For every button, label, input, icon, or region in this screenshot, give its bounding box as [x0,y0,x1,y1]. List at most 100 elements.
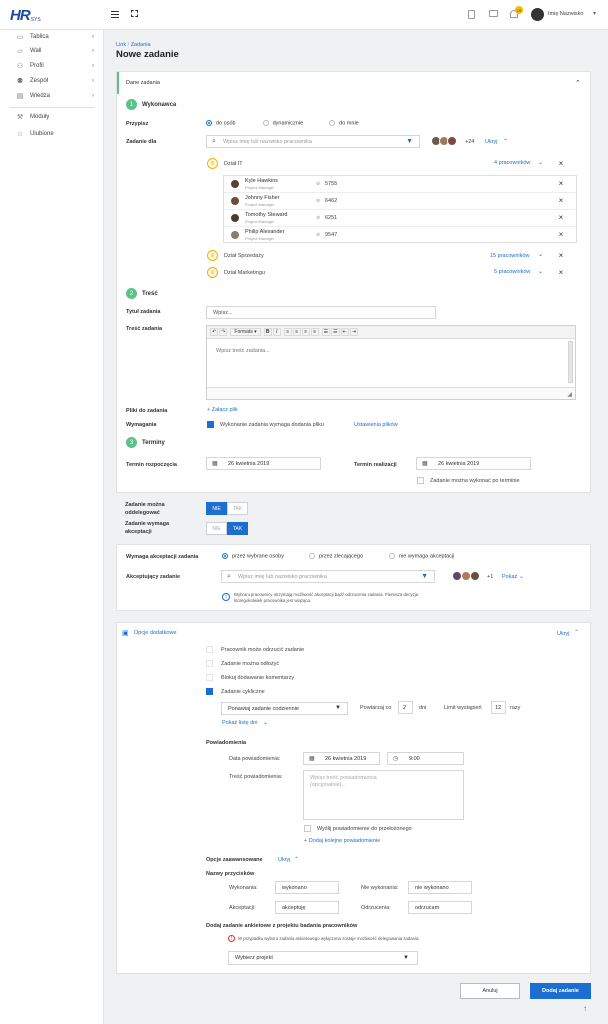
user-name[interactable]: Imię Nazwisko [548,11,583,17]
repeat-select[interactable]: Ponawiaj zadanie codziennie ▼ [221,702,348,715]
toggle-yes[interactable]: TAK [227,502,248,515]
can-reject-checkbox[interactable] [206,646,213,653]
reject-name-input[interactable]: odrzucam [408,901,472,914]
toggle-no[interactable]: NIE [206,502,227,515]
outdent-icon[interactable]: ⇤ [340,328,349,336]
fullscreen-icon[interactable] [131,10,138,17]
due-date-input[interactable]: ▦ 26 kwietnia 2019 [416,457,531,470]
chevron-down-icon[interactable]: ⌄ [538,159,543,166]
sidebar-item-profil[interactable]: ⚇ Profil › [0,59,104,73]
chevron-down-icon[interactable]: ▾ [593,10,596,17]
department-count-link[interactable]: 4 pracowników [494,160,530,166]
accept-required-toggle[interactable]: NIE TAK [206,522,248,535]
align-center-icon[interactable]: ≡ [292,328,301,336]
close-icon[interactable]: × [557,214,565,222]
undo-icon[interactable]: ↶ [210,328,219,336]
rich-text-editor[interactable]: ↶ ↷ Formats ▾ B I ≡ ≡ ≡ ≡ ☰ ☰ ⇤ ⇥ Wpisz … [206,325,576,400]
radio-me[interactable]: do mnie [329,120,359,126]
chevron-up-icon[interactable]: ⌃ [574,629,579,636]
close-icon[interactable]: × [557,269,565,277]
sidebar-item-moduly[interactable]: ⚒ Moduły [0,110,104,124]
formats-dropdown[interactable]: Formats ▾ [230,328,261,336]
add-task-button[interactable]: Dodaj zadanie [530,983,591,999]
toggle-no[interactable]: NIE [206,522,227,535]
chevron-down-icon[interactable]: ⌄ [538,268,543,275]
project-select[interactable]: Wybierz projekt ▼ [228,951,418,965]
clipboard-icon[interactable] [468,10,475,19]
align-justify-icon[interactable]: ≡ [310,328,319,336]
sidebar-item-ulubione[interactable]: ☆ Ulubione [0,127,104,141]
chevron-up-icon[interactable]: ⌃ [294,856,299,863]
hide-link[interactable]: Ukryj [557,631,570,637]
close-icon[interactable]: × [557,197,565,205]
department-count-link[interactable]: 15 pracowników [490,253,529,259]
sidebar-item-wall[interactable]: ▱ Wall › [0,44,104,58]
repeat-every-input[interactable]: 2 [398,701,413,714]
chevron-down-icon[interactable]: ⌄ [538,251,543,258]
limit-input[interactable]: 12 [491,701,506,714]
align-right-icon[interactable]: ≡ [301,328,310,336]
hamburger-icon[interactable] [111,11,119,18]
radio-no-acceptance[interactable]: nie wymaga akceptacji [389,553,454,559]
breadcrumb-link[interactable]: Link [116,42,126,48]
toggle-yes[interactable]: TAK [227,522,248,535]
sidebar-item-tablica[interactable]: ▭ Tablica › [0,30,104,44]
show-link[interactable]: Pokaż [502,574,517,580]
file-settings-link[interactable]: Ustawienia plików [354,422,398,428]
delegate-toggle[interactable]: NIE TAK [206,502,248,515]
notif-body-textarea[interactable]: Wpisz treść powiadomienia (opcjonalnie).… [303,770,464,820]
chevron-down-icon[interactable]: ⌄ [519,573,524,580]
can-postpone-checkbox[interactable] [206,660,213,667]
radio-selected-persons[interactable]: przez wybrane osoby [222,553,284,559]
accept-name-input[interactable]: akceptuję [275,901,339,914]
sidebar-item-zespol[interactable]: ⚉ Zespół › [0,74,104,88]
filter-icon[interactable]: ▼ [406,138,413,145]
cyclic-checkbox[interactable] [206,688,213,695]
resize-handle-icon[interactable]: ◢ [567,391,572,398]
user-avatar[interactable] [531,8,544,21]
align-left-icon[interactable]: ≡ [283,328,292,336]
editor-scrollbar[interactable] [568,341,573,383]
close-icon[interactable]: × [557,180,565,188]
indent-icon[interactable]: ⇥ [349,328,359,336]
add-notification-link[interactable]: + Dodaj kolejne powiadomienie [304,838,380,844]
start-date-input[interactable]: ▦ 26 kwietnia 2019 [206,457,321,470]
italic-icon[interactable]: I [272,328,281,336]
bullet-list-icon[interactable]: ☰ [321,328,331,336]
employee-search-input[interactable]: ⌕ Wpisz imię lub nazwisko pracownika ▼ [206,135,420,148]
chevron-up-icon[interactable]: ⌃ [503,138,508,145]
hide-link[interactable]: Ukryj [278,857,291,863]
require-file-checkbox[interactable] [207,421,214,428]
radio-dynamic[interactable]: dynamicznie [262,120,303,126]
cancel-button[interactable]: Anuluj [460,983,520,999]
filter-icon[interactable]: ▼ [421,573,428,580]
extra-options-title[interactable]: Opcje dodatkowe [134,630,177,636]
logo[interactable]: HR SYS [10,7,41,24]
chat-icon[interactable] [489,10,498,17]
number-list-icon[interactable]: ☰ [331,328,340,336]
breadcrumb-link[interactable]: Zadania [131,42,151,48]
block-comments-checkbox[interactable] [206,674,213,681]
close-icon[interactable]: × [557,231,565,239]
scroll-top-icon[interactable]: ↑ [583,1004,587,1013]
acceptor-search-input[interactable]: ⌕ Wpisz imię lub nazwisko pracownika ▼ [221,570,435,583]
close-icon[interactable]: × [557,160,565,168]
not-done-name-input[interactable]: nie wykonano [408,881,472,894]
notif-time-input[interactable]: ◷ 9:00 [387,752,464,765]
hide-link[interactable]: Ukryj [485,139,498,145]
show-days-link[interactable]: Pokaż listę dni [222,720,257,726]
redo-icon[interactable]: ↷ [219,328,228,336]
close-icon[interactable]: × [557,252,565,260]
notif-date-input[interactable]: ▦ 26 kwietnia 2019 [303,752,380,765]
attach-file-link[interactable]: + Załącz plik [207,407,238,413]
notify-superior-checkbox[interactable] [304,825,311,832]
collapse-icon[interactable]: ⌃ [575,79,581,87]
radio-persons[interactable]: do osób [206,120,236,126]
sidebar-item-wiedza[interactable]: ▤ Wiedza › [0,89,104,103]
task-title-input[interactable]: Wpisz... [206,306,436,319]
after-deadline-checkbox[interactable] [417,477,424,484]
chevron-down-icon[interactable]: ⌄ [263,719,268,726]
done-name-input[interactable]: wykonano [275,881,339,894]
bold-icon[interactable]: B [263,328,272,336]
radio-by-assigner[interactable]: przez zlecającego [308,553,363,559]
